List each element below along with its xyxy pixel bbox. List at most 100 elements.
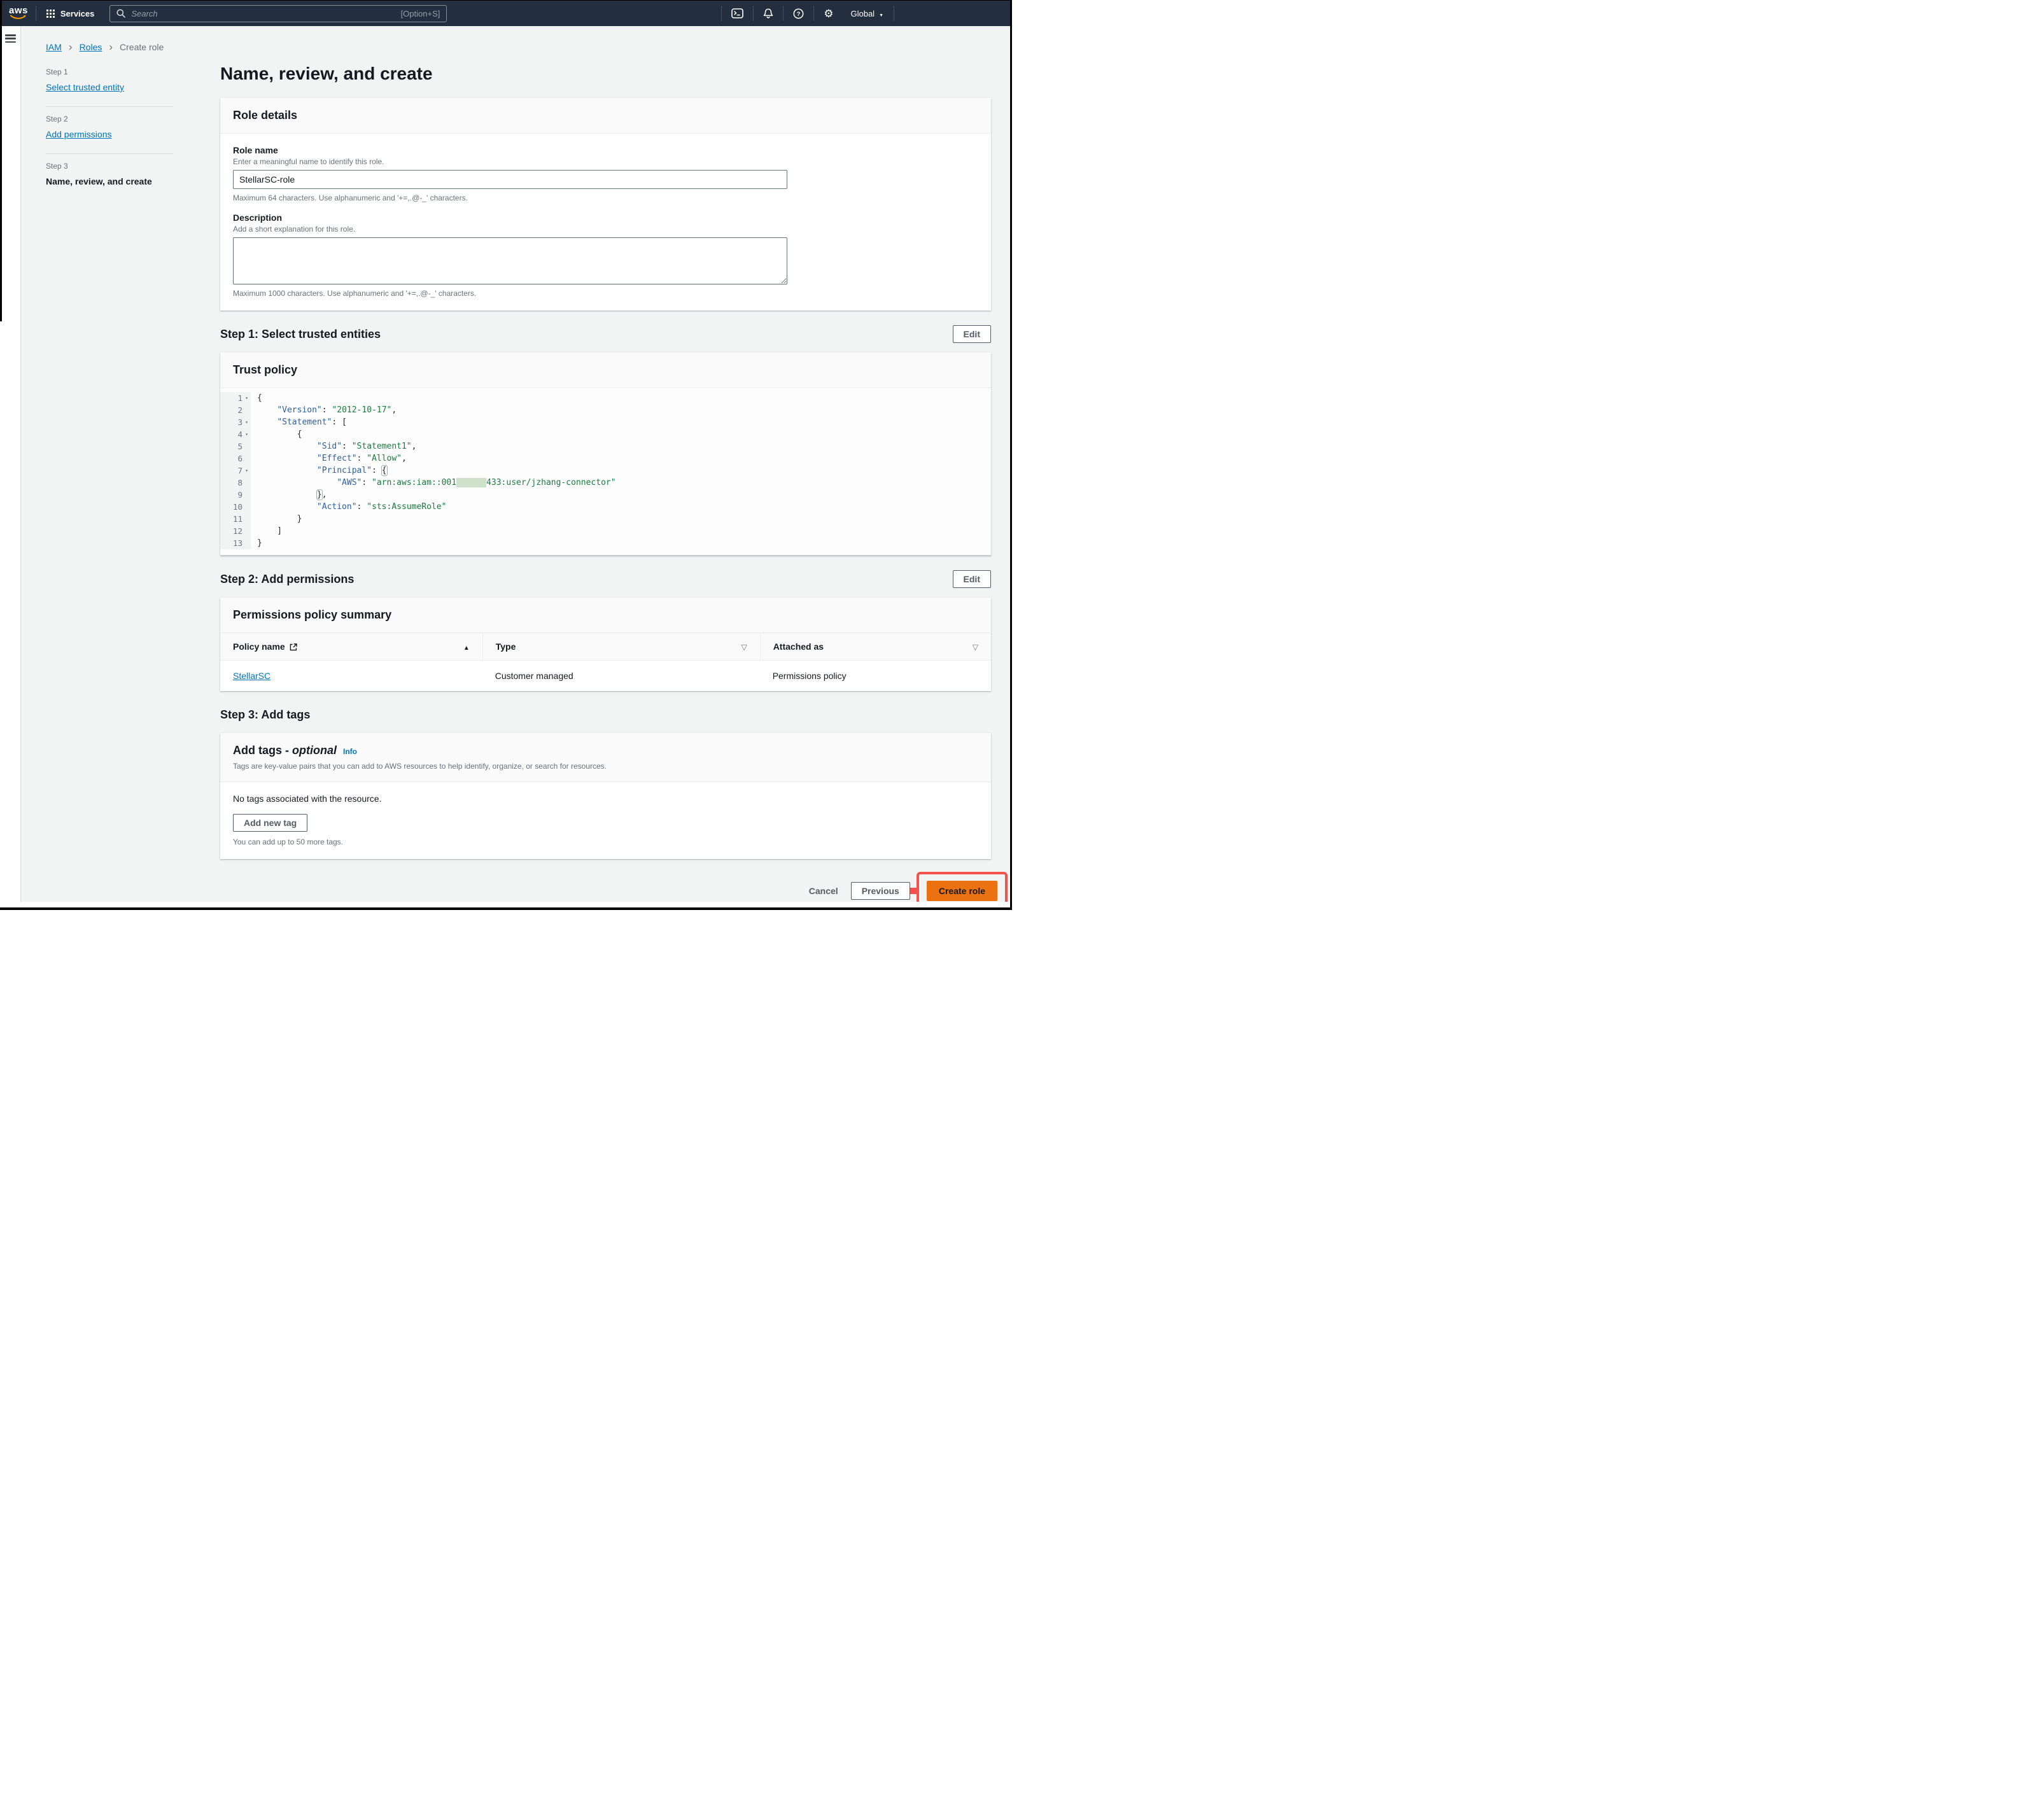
policy-type-cell: Customer managed <box>482 661 760 691</box>
sidebar-step-add-permissions[interactable]: Add permissions <box>46 129 112 139</box>
breadcrumb-current: Create role <box>120 42 164 52</box>
add-tags-panel: Add tags - optional Info Tags are key-va… <box>220 733 991 859</box>
code-line: 2 "Version": "2012-10-17", <box>220 404 991 416</box>
services-menu-button[interactable]: Services <box>38 9 104 18</box>
edit-permissions-button[interactable]: Edit <box>953 570 991 588</box>
wizard-steps-nav: Step 1 Select trusted entity Step 2 Add … <box>46 62 173 902</box>
column-header-policy-name[interactable]: Policy name <box>220 633 482 660</box>
line-number: 12 <box>220 525 251 537</box>
bottom-margin <box>0 902 1010 907</box>
permissions-summary-title: Permissions policy summary <box>233 608 978 622</box>
add-new-tag-button[interactable]: Add new tag <box>233 814 307 832</box>
aws-top-nav: aws Services Search [Option+S] ? <box>0 1 1010 26</box>
topbar-right-cluster: ? ⚙ Global <box>720 6 1004 21</box>
search-shortcut-hint: [Option+S] <box>401 9 440 18</box>
filter-icon <box>973 641 978 652</box>
aws-smile-icon <box>10 15 27 20</box>
help-button[interactable]: ? <box>785 8 812 19</box>
sidebar-step-select-trusted-entity[interactable]: Select trusted entity <box>46 82 124 92</box>
topbar-divider <box>753 6 754 21</box>
role-details-panel: Role details Role name Enter a meaningfu… <box>220 98 991 311</box>
role-name-constraint: Maximum 64 characters. Use alphanumeric … <box>233 193 978 202</box>
line-number: 8 <box>220 477 251 489</box>
add-tags-title: Add tags <box>233 744 282 757</box>
code-line: 10 "Action": "sts:AssumeRole" <box>220 501 991 513</box>
role-details-header: Role details <box>220 98 991 134</box>
line-number: 10 <box>220 501 251 513</box>
code-line: 3▾ "Statement": [ <box>220 416 991 428</box>
type-column-label: Type <box>496 641 516 652</box>
step3-section-heading: Step 3: Add tags <box>220 708 310 722</box>
trust-policy-header: Trust policy <box>220 353 991 388</box>
notifications-button[interactable] <box>755 8 782 19</box>
line-number: 9 <box>220 489 251 501</box>
edit-trusted-entities-button[interactable]: Edit <box>953 325 991 343</box>
tags-limit-hint: You can add up to 50 more tags. <box>233 837 978 846</box>
search-input[interactable]: Search [Option+S] <box>109 5 447 22</box>
description-label: Description <box>233 213 978 223</box>
line-number: 4▾ <box>220 428 251 440</box>
page-title: Name, review, and create <box>220 64 991 84</box>
hamburger-menu-icon[interactable] <box>5 34 16 43</box>
cloudshell-terminal-icon <box>731 8 743 18</box>
sidebar-step-name-review-create: Name, review, and create <box>46 176 173 186</box>
code-line: 1▾{ <box>220 392 991 404</box>
policy-stellarsc-link[interactable]: StellarSC <box>233 671 271 681</box>
chevron-down-icon <box>879 9 883 18</box>
aws-logo[interactable]: aws <box>9 6 28 20</box>
filter-icon <box>741 641 747 652</box>
breadcrumb-roles-link[interactable]: Roles <box>80 42 102 52</box>
permissions-summary-header: Permissions policy summary <box>220 598 991 633</box>
services-grid-icon <box>46 10 55 18</box>
attached-as-column-label: Attached as <box>773 641 824 652</box>
wizard-footer: Cancel Previous Create role <box>220 872 991 902</box>
role-name-hint: Enter a meaningful name to identify this… <box>233 157 978 166</box>
role-name-field[interactable] <box>233 170 787 189</box>
description-hint: Add a short explanation for this role. <box>233 225 978 234</box>
trust-policy-code: 1▾{2 "Version": "2012-10-17",3▾ "Stateme… <box>220 388 991 556</box>
fold-arrow-icon[interactable]: ▾ <box>242 428 251 440</box>
fold-arrow-icon[interactable]: ▾ <box>242 392 251 404</box>
add-tags-description: Tags are key-value pairs that you can ad… <box>233 762 978 771</box>
code-line: 13} <box>220 537 991 549</box>
line-number: 13 <box>220 537 251 549</box>
previous-button[interactable]: Previous <box>851 882 910 900</box>
settings-button[interactable]: ⚙ <box>815 8 841 19</box>
topbar-divider <box>721 6 722 21</box>
bell-icon <box>763 8 773 19</box>
services-label: Services <box>60 9 95 18</box>
code-line: 8 "AWS": "arn:aws:iam::001 433:user/jzha… <box>220 477 991 489</box>
column-header-type[interactable]: Type <box>482 633 760 660</box>
info-link[interactable]: Info <box>343 747 357 756</box>
fold-arrow-icon[interactable]: ▾ <box>242 465 251 477</box>
code-line: 7▾ "Principal": { <box>220 465 991 477</box>
breadcrumb-iam-link[interactable]: IAM <box>46 42 62 52</box>
cloudshell-button[interactable] <box>723 8 752 18</box>
divider <box>46 153 173 154</box>
code-line: 6 "Effect": "Allow", <box>220 452 991 465</box>
column-header-attached-as[interactable]: Attached as <box>760 633 991 660</box>
permissions-table-header: Policy name Type <box>220 633 991 661</box>
fold-arrow-icon[interactable]: ▾ <box>242 416 251 428</box>
aws-logo-text: aws <box>9 6 28 15</box>
cancel-button[interactable]: Cancel <box>809 886 838 896</box>
add-tags-title-optional: optional <box>292 744 337 757</box>
browser-page: aws Services Search [Option+S] ? <box>0 0 1012 910</box>
create-role-button[interactable]: Create role <box>927 881 997 901</box>
policy-name-column-label: Policy name <box>233 641 285 652</box>
collapsed-sidebar <box>0 26 21 902</box>
step1-section-heading: Step 1: Select trusted entities <box>220 328 381 341</box>
gear-icon: ⚙ <box>824 8 833 19</box>
line-number: 3▾ <box>220 416 251 428</box>
svg-text:?: ? <box>797 11 801 18</box>
code-line: 5 "Sid": "Statement1", <box>220 440 991 452</box>
question-mark-icon: ? <box>793 8 804 19</box>
topbar-divider <box>783 6 784 21</box>
role-details-title: Role details <box>233 109 978 122</box>
code-line: 4▾ { <box>220 428 991 440</box>
description-field[interactable] <box>233 237 787 284</box>
chevron-right-icon <box>109 41 113 52</box>
line-number: 2 <box>220 404 251 416</box>
divider <box>46 106 173 107</box>
region-selector[interactable]: Global <box>841 9 892 18</box>
